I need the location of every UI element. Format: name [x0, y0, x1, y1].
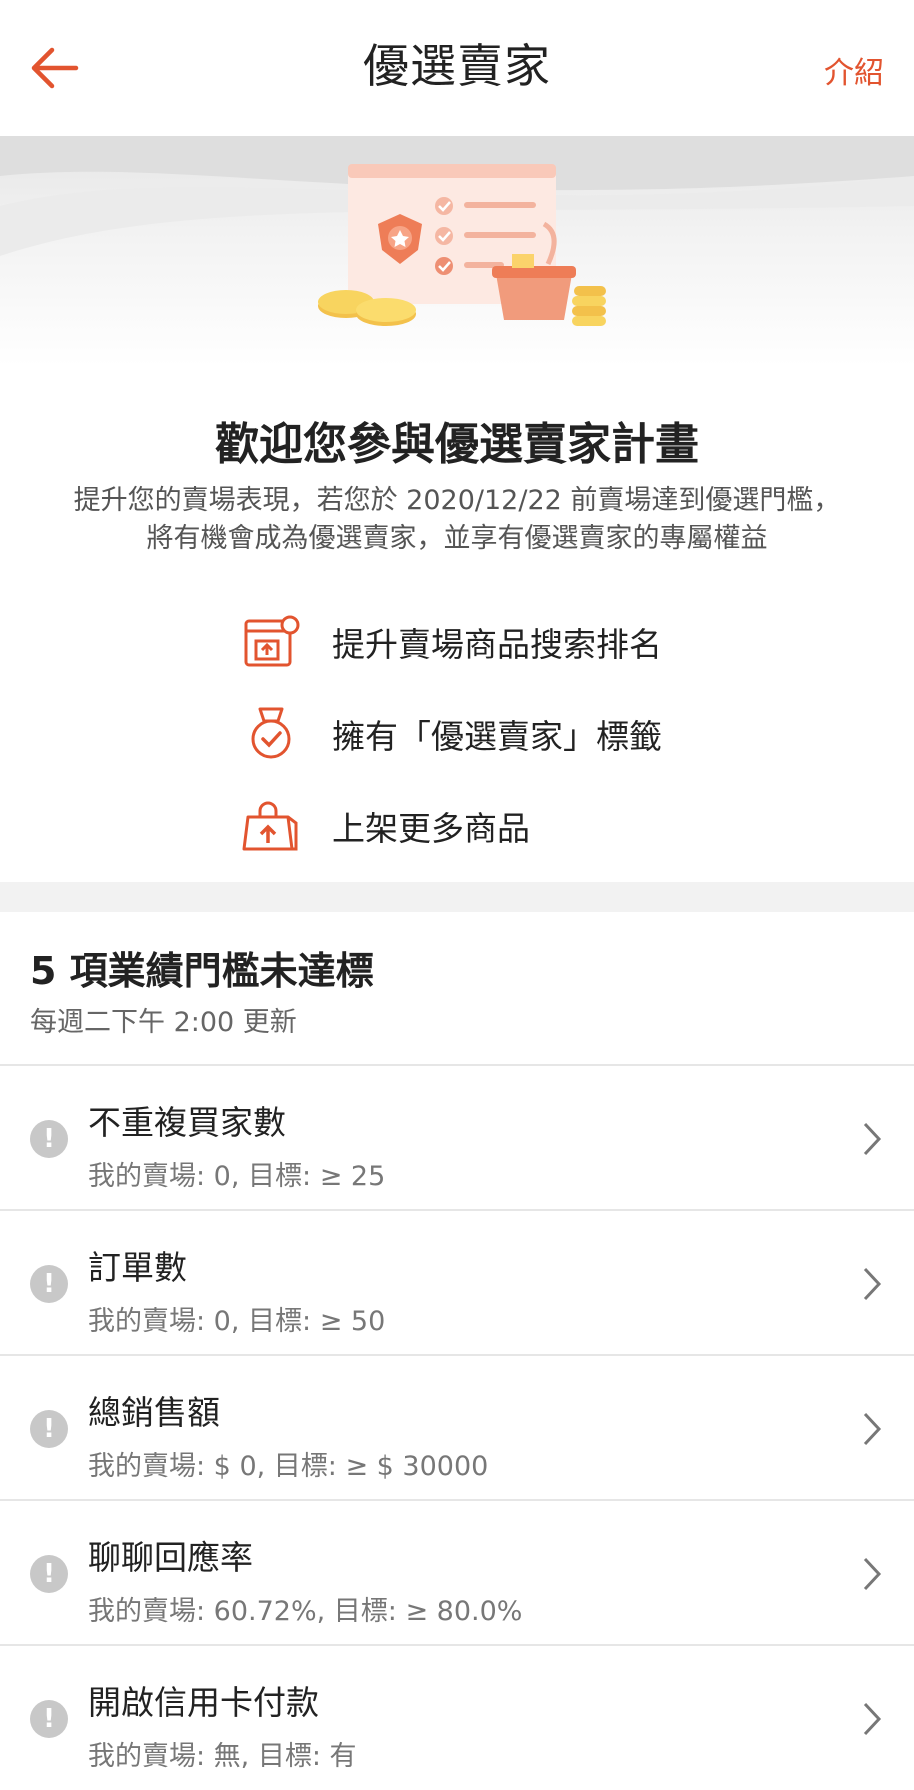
chevron-right-icon: [863, 1122, 882, 1156]
metric-title: 訂單數: [88, 1248, 187, 1287]
benefits-list: 提升賣場商品搜索排名 擁有「優選賣家」標籤 上架更多商品: [240, 596, 662, 872]
metric-title: 總銷售額: [88, 1393, 220, 1432]
metric-title: 開啟信用卡付款: [88, 1683, 319, 1722]
section-divider: [0, 882, 914, 912]
benefit-item: 提升賣場商品搜索排名: [240, 596, 662, 688]
benefit-item: 上架更多商品: [240, 780, 662, 872]
chevron-right-icon: [863, 1267, 882, 1301]
chevron-right-icon: [863, 1557, 882, 1591]
preferred-seller-illustration-icon: [318, 164, 606, 326]
chevron-right-icon: [863, 1702, 882, 1736]
metric-detail: 我的賣場: 60.72%, 目標: ≥ 80.0%: [88, 1596, 523, 1627]
metric-title: 不重複買家數: [88, 1103, 286, 1142]
metric-detail: 我的賣場: 0, 目標: ≥ 25: [88, 1161, 386, 1192]
warning-icon: !: [30, 1555, 68, 1593]
metric-detail: 我的賣場: 0, 目標: ≥ 50: [88, 1306, 386, 1337]
metric-row[interactable]: ! 訂單數 我的賣場: 0, 目標: ≥ 50: [0, 1209, 914, 1354]
metric-detail: 我的賣場: $ 0, 目標: ≥ $ 30000: [88, 1451, 489, 1482]
metric-row[interactable]: ! 總銷售額 我的賣場: $ 0, 目標: ≥ $ 30000: [0, 1354, 914, 1499]
metrics-list: ! 不重複買家數 我的賣場: 0, 目標: ≥ 25 ! 訂單數 我的賣場: 0…: [0, 1064, 914, 1789]
warning-icon: !: [30, 1120, 68, 1158]
medal-icon: [251, 707, 291, 759]
benefit-label: 提升賣場商品搜索排名: [332, 625, 662, 664]
warning-icon: !: [30, 1410, 68, 1448]
hero-banner: [0, 136, 914, 366]
welcome-heading: 歡迎您參與優選賣家計畫: [215, 419, 699, 470]
benefit-label: 擁有「優選賣家」標籤: [332, 717, 662, 756]
section-subtitle: 每週二下午 2:00 更新: [30, 1007, 297, 1038]
metric-row[interactable]: ! 開啟信用卡付款 我的賣場: 無, 目標: 有: [0, 1644, 914, 1789]
top-app-bar: 優選賣家 介紹: [0, 0, 914, 136]
warning-icon: !: [30, 1700, 68, 1738]
store-rank-up-icon: [244, 615, 300, 667]
shopping-bag-upload-icon: [242, 801, 298, 851]
metric-row[interactable]: ! 聊聊回應率 我的賣場: 60.72%, 目標: ≥ 80.0%: [0, 1499, 914, 1644]
program-description: 提升您的賣場表現，若您於 2020/12/22 前賣場達到優選門檻，將有機會成為…: [73, 485, 841, 554]
chevron-right-icon: [863, 1412, 882, 1446]
intro-link[interactable]: 介紹: [824, 48, 884, 92]
metric-detail: 我的賣場: 無, 目標: 有: [88, 1741, 357, 1772]
benefit-item: 擁有「優選賣家」標籤: [240, 688, 662, 780]
benefit-label: 上架更多商品: [332, 809, 530, 848]
metric-row[interactable]: ! 不重複買家數 我的賣場: 0, 目標: ≥ 25: [0, 1064, 914, 1209]
metric-title: 聊聊回應率: [88, 1538, 253, 1577]
warning-icon: !: [30, 1265, 68, 1303]
section-title: 5 項業績門檻未達標: [30, 949, 374, 993]
page-title: 優選賣家: [363, 39, 551, 93]
